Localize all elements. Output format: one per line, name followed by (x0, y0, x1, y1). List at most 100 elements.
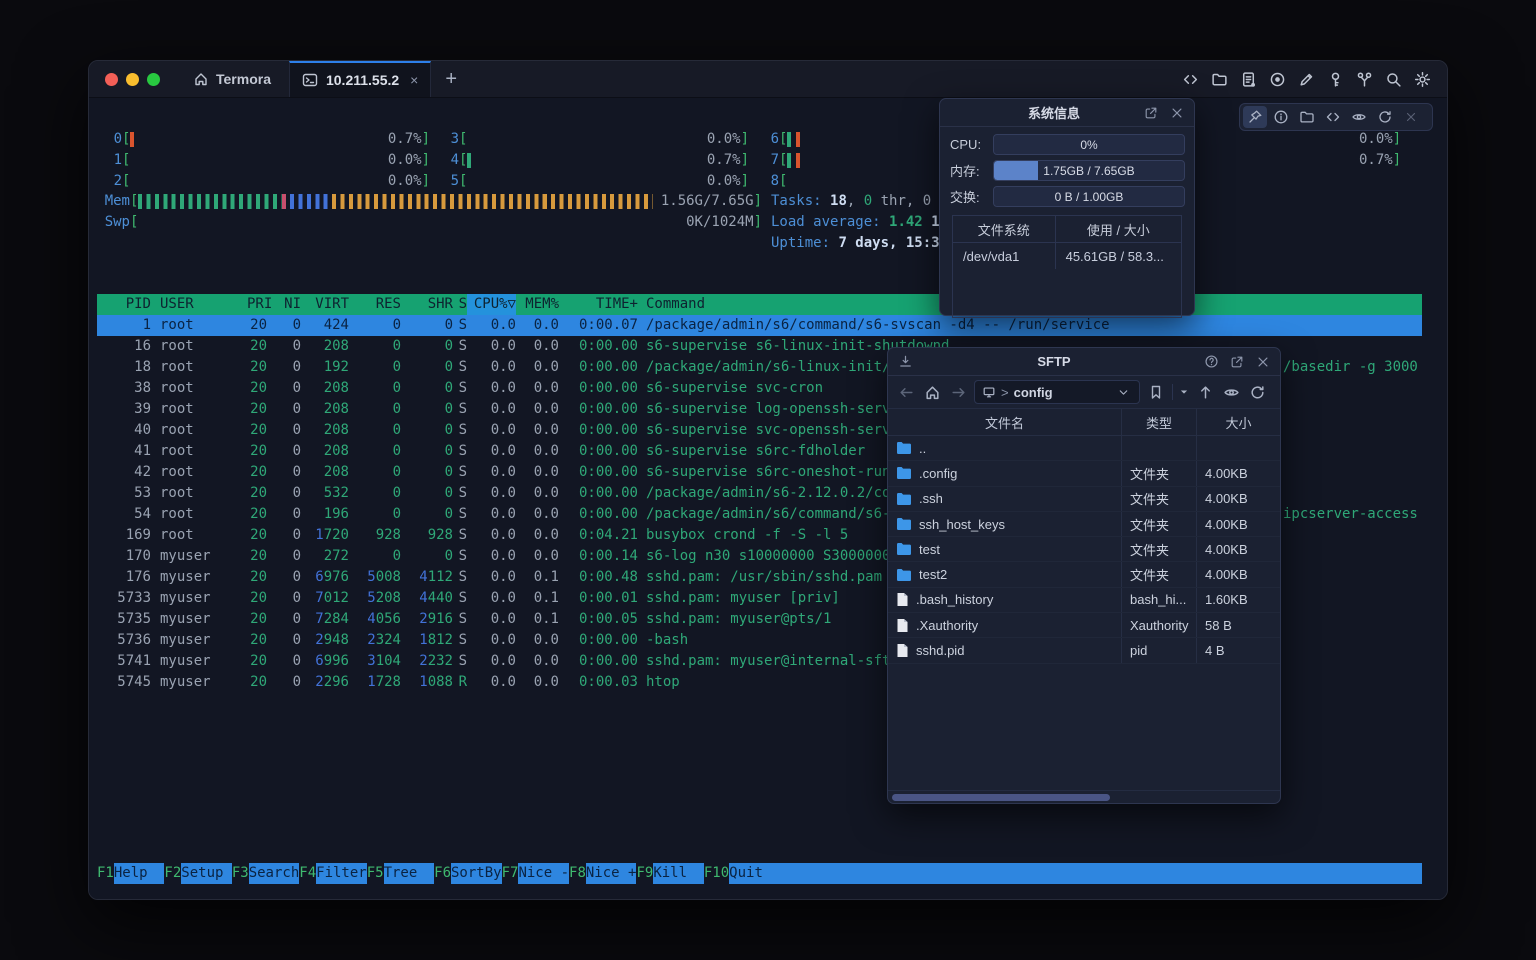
minimize-window-button[interactable] (126, 73, 139, 86)
floating-toolbar (1239, 103, 1433, 131)
settings-icon[interactable] (1414, 71, 1431, 88)
stat-row: CPU:0% (950, 135, 1184, 154)
fkey-label: F7 (502, 863, 519, 884)
close-toolbar-icon[interactable] (1399, 106, 1423, 128)
record-icon[interactable] (1269, 71, 1286, 88)
back-icon[interactable] (896, 382, 916, 402)
fkey-label: F2 (164, 863, 181, 884)
computer-icon (981, 382, 996, 402)
fkey-kill[interactable]: Kill (653, 863, 704, 884)
parent-directory-icon[interactable] (1195, 382, 1215, 402)
file-row[interactable]: ssh_host_keys文件夹4.00KB (888, 512, 1280, 537)
bookmark-icon[interactable] (1146, 382, 1166, 402)
breadcrumb-separator: > (1001, 385, 1009, 400)
open-in-window-icon[interactable] (1228, 353, 1246, 371)
gpu-icon[interactable] (1347, 106, 1371, 128)
fkey-label: F3 (232, 863, 249, 884)
fkey-setup[interactable]: Setup (181, 863, 232, 884)
sftp-title: SFTP (914, 354, 1194, 369)
file-icon (896, 643, 909, 658)
fkey-label: F6 (434, 863, 451, 884)
zoom-window-button[interactable] (147, 73, 160, 86)
process-row[interactable]: 1root20042400S0.00.00:00.07/package/admi… (97, 315, 1422, 336)
stat-row: 交换:0 B / 1.00GB (950, 187, 1184, 206)
folder-icon (896, 441, 912, 455)
file-icon (896, 618, 909, 633)
folder-icon (896, 466, 912, 480)
stat-row: 内存:1.75GB / 7.65GB (950, 161, 1184, 180)
tab-session[interactable]: 10.211.55.2 × (289, 61, 431, 97)
folder-icon (896, 568, 912, 582)
toolbar-actions (1182, 61, 1447, 97)
scrollbar-thumb[interactable] (892, 794, 1110, 801)
file-row[interactable]: .ssh文件夹4.00KB (888, 487, 1280, 512)
file-row[interactable]: test2文件夹4.00KB (888, 562, 1280, 587)
file-row[interactable]: .XauthorityXauthority58 B (888, 613, 1280, 638)
close-window-button[interactable] (105, 73, 118, 86)
process-table-header[interactable]: PIDUSERPRINIVIRTRESSHRSCPU%▽MEM%TIME+Com… (97, 294, 1422, 315)
filesystem-header: 文件系统使用 / 大小 (953, 216, 1181, 243)
refresh-icon[interactable] (1247, 382, 1267, 402)
download-icon[interactable] (896, 353, 914, 371)
system-info-titlebar: 系统信息 (940, 99, 1194, 127)
keychain-icon[interactable] (1356, 71, 1373, 88)
close-panel-icon[interactable] (1168, 104, 1186, 122)
sftp-titlebar: SFTP (888, 348, 1280, 376)
close-tab-icon[interactable]: × (410, 72, 418, 88)
sftp-toolbar: > config (888, 376, 1280, 409)
pin-icon[interactable] (1243, 106, 1267, 128)
file-icon (896, 592, 909, 607)
bookmark-dropdown-icon[interactable] (1179, 382, 1189, 402)
fkey-label: F1 (97, 863, 114, 884)
open-in-window-icon[interactable] (1142, 104, 1160, 122)
show-hidden-icon[interactable] (1221, 382, 1241, 402)
log-icon[interactable] (1240, 71, 1257, 88)
folder-icon[interactable] (1211, 71, 1228, 88)
system-info-title: 系统信息 (974, 103, 1134, 122)
fkey-nice-[interactable]: Nice - (518, 863, 569, 884)
close-panel-icon[interactable] (1254, 353, 1272, 371)
new-tab-button[interactable]: + (431, 61, 471, 97)
fkey-filter[interactable]: Filter (316, 863, 367, 884)
tab-home[interactable]: Termora (174, 61, 289, 97)
fkey-quit[interactable]: Quit (729, 863, 1422, 884)
folder-icon (896, 517, 912, 531)
file-row[interactable]: .config文件夹4.00KB (888, 461, 1280, 486)
cpu-meter: 1[0.0%] (97, 150, 430, 171)
code-icon[interactable] (1321, 106, 1345, 128)
file-table-header[interactable]: 文件名类型大小 (888, 409, 1280, 436)
refresh-icon[interactable] (1373, 106, 1397, 128)
filesystem-row[interactable]: /dev/vda145.61GB / 58.3... (953, 243, 1181, 269)
code-icon[interactable] (1182, 71, 1199, 88)
help-icon[interactable] (1202, 353, 1220, 371)
file-table-body: ...config文件夹4.00KB.ssh文件夹4.00KBssh_host_… (888, 436, 1280, 664)
search-icon[interactable] (1385, 71, 1402, 88)
swp-meter: Swp[0K/1024M] (97, 212, 762, 233)
cpu-meter-fragment: 0.7%] (1359, 150, 1401, 171)
file-row[interactable]: .bash_historybash_hi...1.60KB (888, 588, 1280, 613)
horizontal-scrollbar (888, 790, 1280, 803)
key-icon[interactable] (1327, 71, 1344, 88)
fkey-label: F4 (299, 863, 316, 884)
info-icon[interactable] (1269, 106, 1293, 128)
cpu-meter: 3[0.0%] (434, 129, 749, 150)
home-icon[interactable] (922, 382, 942, 402)
fkey-sortby[interactable]: SortBy (451, 863, 502, 884)
fkey-tree[interactable]: Tree (384, 863, 435, 884)
fkey-search[interactable]: Search (249, 863, 300, 884)
forward-icon[interactable] (948, 382, 968, 402)
file-row[interactable]: sshd.pidpid4 B (888, 638, 1280, 663)
uptime-line: Uptime: 7 days, 15:30 (771, 233, 939, 254)
mem-meter: Mem[1.56G/7.65G] (97, 191, 762, 212)
home-icon (192, 71, 209, 88)
fkey-help[interactable]: Help (114, 863, 165, 884)
fkey-nice-[interactable]: Nice + (586, 863, 637, 884)
folder-icon[interactable] (1295, 106, 1319, 128)
path-breadcrumb[interactable]: > config (974, 380, 1140, 404)
function-key-bar: F1HelpF2SetupF3SearchF4FilterF5TreeF6Sor… (97, 863, 1422, 884)
file-row[interactable]: .. (888, 436, 1280, 461)
file-row[interactable]: test文件夹4.00KB (888, 537, 1280, 562)
cpu-meter: 5[0.0%] (434, 171, 749, 192)
chevron-down-icon[interactable] (1113, 382, 1133, 402)
edit-icon[interactable] (1298, 71, 1315, 88)
